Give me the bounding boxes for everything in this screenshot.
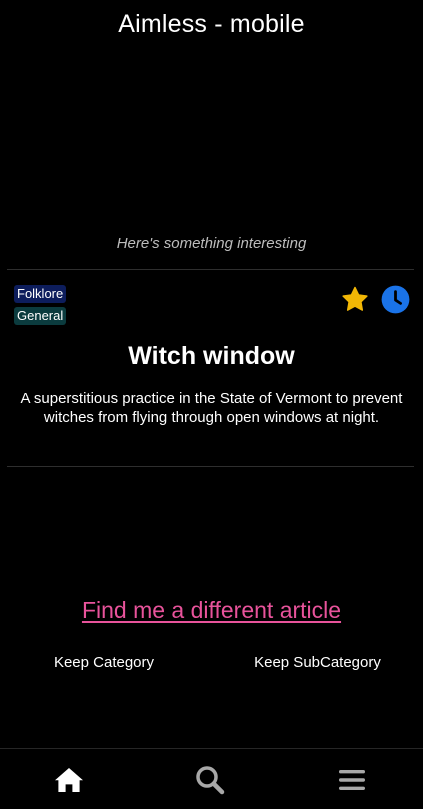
article-description: A superstitious practice in the State of… <box>20 390 403 426</box>
search-icon <box>196 766 225 795</box>
keep-category-button[interactable]: Keep Category <box>30 654 178 671</box>
nav-menu-button[interactable] <box>336 765 368 795</box>
subcategory-tag[interactable]: General <box>14 307 67 325</box>
home-icon <box>55 768 83 792</box>
category-tag[interactable]: Folklore <box>14 285 67 303</box>
read-later-button[interactable] <box>380 284 410 314</box>
bottom-nav <box>0 748 423 809</box>
find-different-article-link[interactable]: Find me a different article <box>0 597 423 624</box>
intro-text: Here's something interesting <box>116 235 307 252</box>
divider-top <box>7 269 414 270</box>
app-title: Aimless - mobile <box>118 10 305 38</box>
nav-home-button[interactable] <box>53 765 85 795</box>
favorite-button[interactable] <box>340 285 370 313</box>
star-icon <box>342 286 368 311</box>
clock-icon <box>381 285 409 313</box>
divider-bottom <box>7 466 414 467</box>
nav-search-button[interactable] <box>194 765 226 795</box>
article-title[interactable]: Witch window <box>0 342 423 371</box>
article-tags: Folklore General <box>14 285 67 325</box>
keep-subcategory-button[interactable]: Keep SubCategory <box>235 654 400 671</box>
menu-icon <box>339 770 365 790</box>
app-screen: Aimless - mobile Here's something intere… <box>0 0 423 809</box>
